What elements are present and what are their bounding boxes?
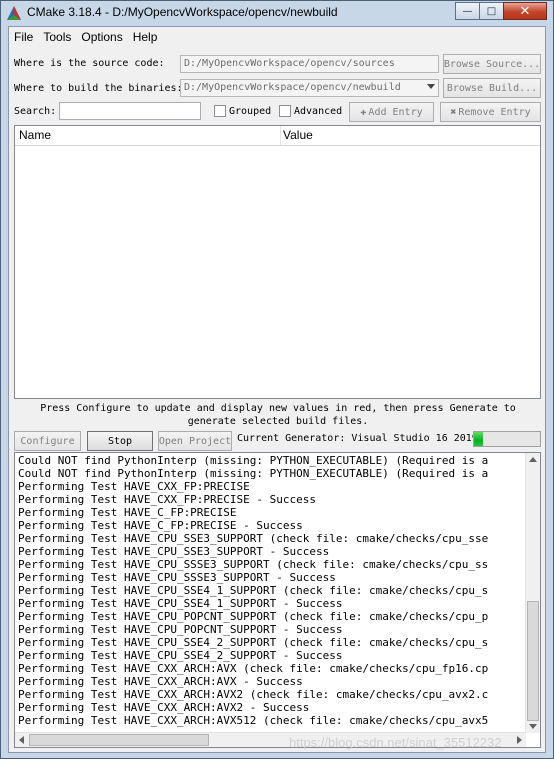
add-entry-button[interactable]: ✚ Add Entry xyxy=(349,102,434,122)
scroll-right-icon[interactable] xyxy=(517,736,522,744)
scroll-down-icon[interactable] xyxy=(529,724,537,729)
menu-options[interactable]: Options xyxy=(76,27,127,47)
log-line: Performing Test HAVE_CPU_SSE3_SUPPORT (c… xyxy=(18,532,489,545)
source-path-field[interactable]: D:/MyOpencvWorkspace/opencv/sources xyxy=(180,55,439,73)
column-header-name[interactable]: Name xyxy=(19,128,51,142)
main-panel: File Tools Options Help Where is the sou… xyxy=(8,26,546,753)
remove-entry-button[interactable]: ✖ Remove Entry xyxy=(440,102,541,122)
scroll-up-icon[interactable] xyxy=(529,457,537,462)
menu-help[interactable]: Help xyxy=(128,27,163,47)
cmake-window: CMake 3.18.4 - D:/MyOpencvWorkspace/open… xyxy=(0,0,554,759)
progress-bar xyxy=(473,431,541,447)
advanced-label: Advanced xyxy=(294,106,343,117)
output-log[interactable]: Could NOT find PythonInterp (missing: PY… xyxy=(14,452,541,748)
column-header-value[interactable]: Value xyxy=(283,128,313,142)
configure-hint: Press Configure to update and display ne… xyxy=(40,403,516,427)
menu-tools[interactable]: Tools xyxy=(38,27,76,47)
log-line: Performing Test HAVE_CPU_SSE3_SUPPORT - … xyxy=(18,545,330,558)
remove-icon: ✖ xyxy=(450,106,457,118)
close-icon: ✕ xyxy=(519,3,531,19)
log-line: Could NOT find PythonInterp (missing: PY… xyxy=(18,454,489,467)
log-line: Performing Test HAVE_CPU_POPCNT_SUPPORT … xyxy=(18,623,343,636)
add-entry-label: Add Entry xyxy=(368,106,423,118)
source-label: Where is the source code: xyxy=(14,58,165,69)
log-line: Performing Test HAVE_CPU_POPCNT_SUPPORT … xyxy=(18,610,489,623)
minimize-icon: — xyxy=(462,5,473,17)
progress-bar-fill xyxy=(474,432,484,446)
search-label: Search: xyxy=(14,106,57,117)
log-line: Performing Test HAVE_C_FP:PRECISE xyxy=(18,506,237,519)
minimize-button[interactable]: — xyxy=(455,2,480,20)
log-line: Performing Test HAVE_CXX_FP:PRECISE - Su… xyxy=(18,493,317,506)
window-title: CMake 3.18.4 - D:/MyOpencvWorkspace/open… xyxy=(27,5,338,19)
stop-button[interactable]: Stop xyxy=(87,431,153,451)
vertical-scroll-thumb[interactable] xyxy=(527,601,539,721)
title-bar[interactable]: CMake 3.18.4 - D:/MyOpencvWorkspace/open… xyxy=(1,1,553,25)
build-path-value: D:/MyOpencvWorkspace/opencv/newbuild xyxy=(184,82,401,93)
close-button[interactable]: ✕ xyxy=(503,2,547,20)
log-line: Performing Test HAVE_CXX_ARCH:AVX2 (chec… xyxy=(18,688,489,701)
cache-table[interactable]: Name Value xyxy=(14,125,541,399)
log-line: Performing Test HAVE_C_FP:PRECISE - Succ… xyxy=(18,519,303,532)
current-generator-label: Current Generator: Visual Studio 16 2019 xyxy=(237,433,478,444)
scroll-left-icon[interactable] xyxy=(19,736,24,744)
table-header: Name Value xyxy=(15,126,540,146)
remove-entry-label: Remove Entry xyxy=(458,106,531,118)
log-line: Performing Test HAVE_CPU_SSE4_2_SUPPORT … xyxy=(18,649,343,662)
log-line: Could NOT find PythonInterp (missing: PY… xyxy=(18,467,489,480)
grouped-checkbox[interactable] xyxy=(214,105,226,117)
watermark: https://blog.csdn.net/sinat_35512232 xyxy=(289,735,502,750)
maximize-icon: □ xyxy=(486,5,497,17)
log-line: Performing Test HAVE_CXX_FP:PRECISE xyxy=(18,480,250,493)
log-line: Performing Test HAVE_CPU_SSE4_1_SUPPORT … xyxy=(18,597,343,610)
plus-icon: ✚ xyxy=(360,106,367,118)
build-label: Where to build the binaries: xyxy=(14,83,183,94)
column-divider[interactable] xyxy=(280,126,281,145)
log-line: Performing Test HAVE_CPU_SSE4_1_SUPPORT … xyxy=(18,584,489,597)
build-path-combo[interactable]: D:/MyOpencvWorkspace/opencv/newbuild xyxy=(180,79,439,97)
log-line: Performing Test HAVE_CPU_SSSE3_SUPPORT -… xyxy=(18,571,336,584)
log-line: Performing Test HAVE_CPU_SSSE3_SUPPORT (… xyxy=(18,558,489,571)
log-line: Performing Test HAVE_CXX_ARCH:AVX (check… xyxy=(18,662,489,675)
log-line: Performing Test HAVE_CXX_ARCH:AVX512 (ch… xyxy=(18,714,489,727)
horizontal-scroll-thumb[interactable] xyxy=(29,734,209,746)
configure-button[interactable]: Configure xyxy=(14,431,81,451)
window-controls: — □ ✕ xyxy=(455,2,547,20)
cmake-triangle-icon xyxy=(7,6,21,20)
grouped-label: Grouped xyxy=(229,106,272,117)
chevron-down-icon[interactable] xyxy=(427,84,435,89)
browse-source-button[interactable]: Browse Source... xyxy=(443,54,541,74)
log-line: Performing Test HAVE_CXX_ARCH:AVX - Succ… xyxy=(18,675,303,688)
log-lines: Could NOT find PythonInterp (missing: PY… xyxy=(18,454,526,733)
advanced-checkbox[interactable] xyxy=(279,105,291,117)
log-line: Performing Test HAVE_CXX_ARCH:AVX2 - Suc… xyxy=(18,701,310,714)
browse-build-button[interactable]: Browse Build... xyxy=(443,78,541,98)
vertical-scrollbar[interactable] xyxy=(525,453,540,733)
menu-file[interactable]: File xyxy=(9,27,38,47)
menu-bar: File Tools Options Help xyxy=(9,27,545,47)
search-input[interactable] xyxy=(59,102,201,120)
log-line: Performing Test HAVE_CPU_SSE4_2_SUPPORT … xyxy=(18,636,489,649)
maximize-button[interactable]: □ xyxy=(479,2,504,20)
open-project-button[interactable]: Open Project xyxy=(158,431,232,451)
